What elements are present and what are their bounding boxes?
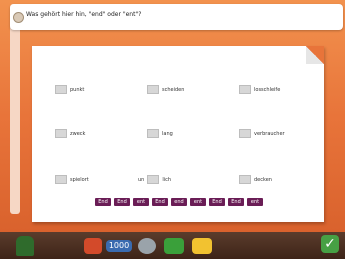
word-text: zweck bbox=[70, 130, 86, 137]
word-text: lich bbox=[162, 176, 172, 183]
tile-end[interactable]: End bbox=[209, 198, 225, 206]
drop-slot[interactable] bbox=[147, 175, 160, 184]
paper-fold bbox=[306, 46, 324, 64]
score-display-icon: 1000 bbox=[106, 240, 132, 252]
tile-ent[interactable]: ent bbox=[190, 198, 206, 206]
word-text: scheiden bbox=[162, 86, 185, 93]
check-icon[interactable]: ✓ bbox=[321, 235, 339, 253]
drop-slot[interactable] bbox=[55, 129, 67, 138]
word-text: verbraucher bbox=[254, 130, 285, 137]
tile-end[interactable]: End bbox=[95, 198, 111, 206]
word-item: verbraucher bbox=[236, 129, 285, 138]
help-icon[interactable] bbox=[138, 238, 156, 254]
tile-end[interactable]: End bbox=[114, 198, 130, 206]
answer-tiles: End End ent End end ent End End ent bbox=[95, 198, 263, 206]
word-item: spielort bbox=[52, 175, 89, 184]
frame-left-border bbox=[10, 4, 20, 214]
drop-slot[interactable] bbox=[147, 85, 159, 94]
back-button-icon[interactable] bbox=[84, 238, 102, 254]
word-item: losschleife bbox=[236, 85, 280, 94]
word-text: punkt bbox=[70, 86, 85, 93]
tile-end[interactable]: end bbox=[171, 198, 187, 206]
tile-end[interactable]: End bbox=[152, 198, 168, 206]
speaker-icon[interactable] bbox=[13, 12, 24, 23]
word-text: spielort bbox=[70, 176, 89, 183]
drop-slot[interactable] bbox=[147, 129, 159, 138]
drop-slot[interactable] bbox=[239, 175, 251, 184]
menu-icon[interactable] bbox=[192, 238, 212, 254]
word-prefix: un bbox=[138, 176, 145, 183]
word-item: zweck bbox=[52, 129, 85, 138]
word-item: lang bbox=[144, 129, 173, 138]
drop-slot[interactable] bbox=[55, 175, 67, 184]
tile-ent[interactable]: ent bbox=[133, 198, 149, 206]
tile-end[interactable]: End bbox=[228, 198, 244, 206]
word-item: scheiden bbox=[144, 85, 184, 94]
word-item: punkt bbox=[52, 85, 84, 94]
book-icon[interactable] bbox=[164, 238, 184, 254]
tile-ent[interactable]: ent bbox=[247, 198, 263, 206]
word-text: losschleife bbox=[254, 86, 281, 93]
question-text: Was gehört hier hin, "end" oder "ent"? bbox=[26, 11, 142, 18]
word-item: decken bbox=[236, 175, 272, 184]
drop-slot[interactable] bbox=[239, 129, 251, 138]
character-icon[interactable] bbox=[16, 236, 34, 256]
word-item: un lich bbox=[138, 175, 171, 184]
drop-slot[interactable] bbox=[55, 85, 67, 94]
word-text: decken bbox=[254, 176, 272, 183]
drop-slot[interactable] bbox=[239, 85, 251, 94]
word-text: lang bbox=[162, 130, 173, 137]
